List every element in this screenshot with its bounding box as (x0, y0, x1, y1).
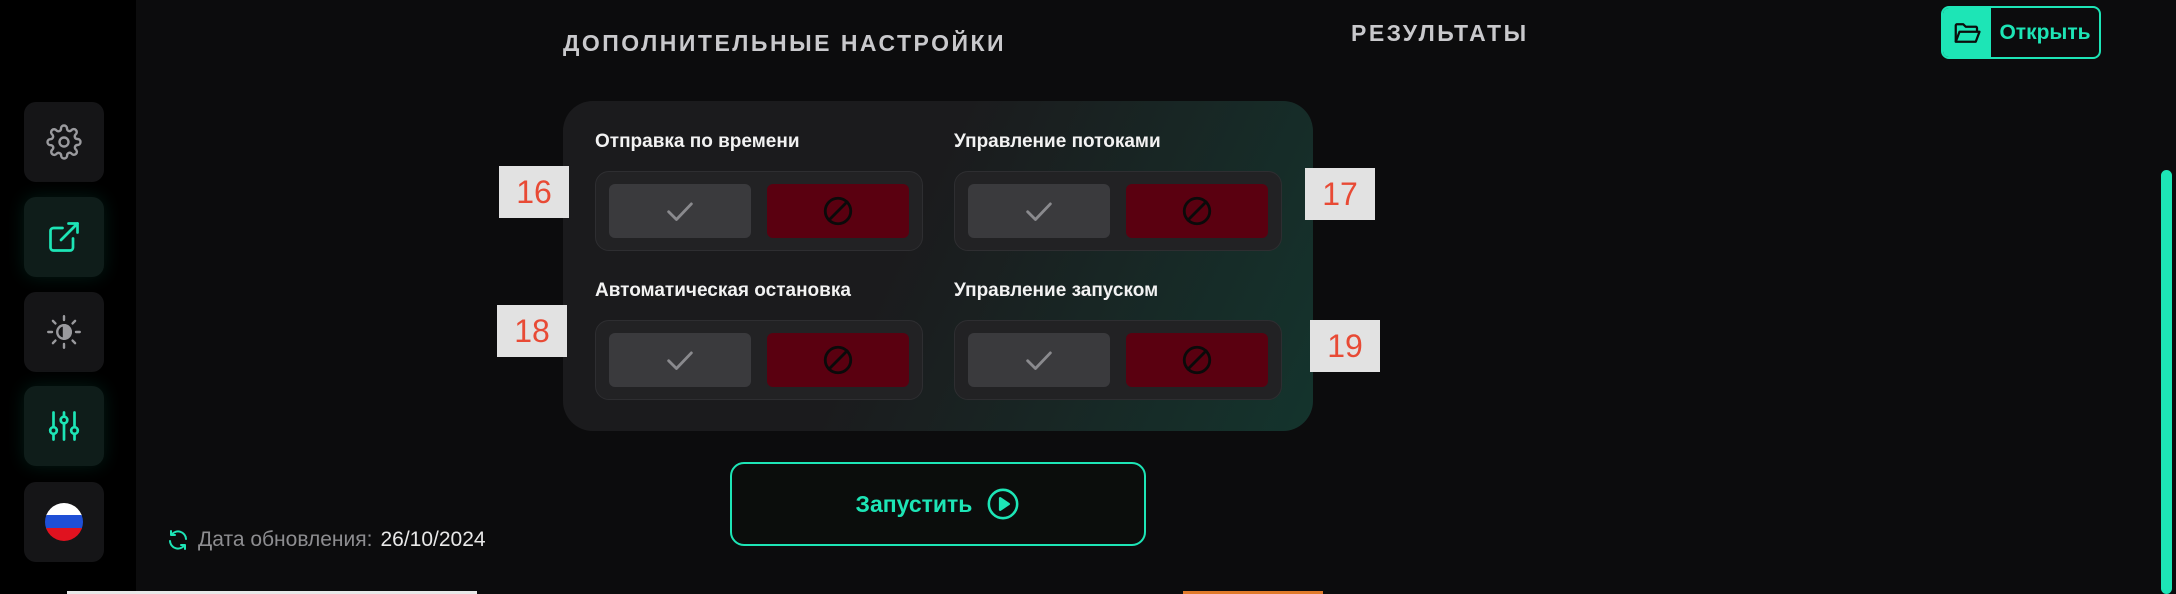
folder-open-icon (1954, 22, 1981, 43)
option-label-send-by-time: Отправка по времени (595, 131, 800, 152)
gear-icon (46, 124, 82, 160)
run-label: Запустить (855, 490, 973, 517)
results-title: РЕЗУЛЬТАТЫ (1351, 20, 1529, 46)
annotation-badge: 18 (497, 305, 567, 357)
advanced-settings-card: Отправка по времени Управление потоками … (563, 101, 1313, 431)
annotation-badge: 17 (1305, 168, 1375, 220)
annotation-badge: 16 (499, 166, 569, 218)
block-icon (823, 196, 853, 226)
enable-button[interactable] (609, 333, 751, 387)
advanced-settings-title: ДОПОЛНИТЕЛЬНЫЕ НАСТРОЙКИ (563, 30, 1007, 56)
refresh-icon (169, 530, 187, 550)
theme-toggle-button[interactable] (24, 292, 104, 372)
disable-button[interactable] (767, 333, 909, 387)
sliders-icon (48, 411, 80, 441)
run-button[interactable]: Запустить (730, 462, 1146, 546)
toggle-thread-control (954, 171, 1282, 251)
settings-button[interactable] (24, 102, 104, 182)
sun-moon-icon (47, 315, 81, 349)
enable-button[interactable] (968, 333, 1110, 387)
check-icon (1026, 351, 1052, 370)
language-button[interactable] (24, 482, 104, 562)
check-icon (667, 351, 693, 370)
filters-button[interactable] (24, 386, 104, 466)
scrollbar-thumb[interactable] (2161, 170, 2172, 594)
open-label: Открыть (1999, 20, 2091, 44)
enable-button[interactable] (968, 184, 1110, 238)
toggle-launch-control (954, 320, 1282, 400)
disable-button[interactable] (1126, 333, 1268, 387)
left-sidebar (0, 0, 136, 594)
block-icon (823, 345, 853, 375)
check-icon (667, 202, 693, 221)
update-info: Дата обновления: 26/10/2024 (166, 528, 486, 552)
disable-button[interactable] (767, 184, 909, 238)
external-link-icon (49, 222, 79, 252)
check-icon (1026, 202, 1052, 221)
update-label: Дата обновления: (198, 528, 373, 551)
option-label-thread-control: Управление потоками (954, 131, 1161, 152)
play-circle-icon (988, 488, 1019, 520)
option-label-launch-control: Управление запуском (954, 280, 1159, 301)
open-external-button[interactable] (24, 197, 104, 277)
annotation-badge: 19 (1310, 320, 1380, 372)
russia-flag-icon (45, 503, 83, 541)
toggle-send-by-time (595, 171, 923, 251)
option-label-auto-stop: Автоматическая остановка (595, 280, 851, 301)
open-results-button[interactable]: Открыть (1941, 6, 2101, 59)
block-icon (1182, 345, 1212, 375)
toggle-auto-stop (595, 320, 923, 400)
enable-button[interactable] (609, 184, 751, 238)
disable-button[interactable] (1126, 184, 1268, 238)
update-date: 26/10/2024 (380, 528, 486, 551)
block-icon (1182, 196, 1212, 226)
